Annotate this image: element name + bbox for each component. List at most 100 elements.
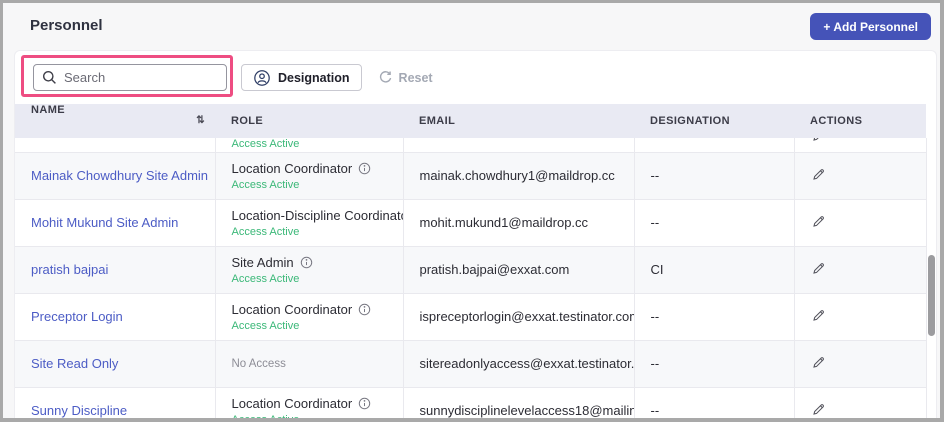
person-name-link[interactable]: Sunny Discipline bbox=[31, 403, 127, 418]
edit-button[interactable] bbox=[811, 261, 826, 279]
edit-button[interactable] bbox=[811, 402, 826, 419]
designation-label: Designation bbox=[278, 70, 350, 85]
role-text: Location Coordinator bbox=[231, 160, 353, 176]
designation-cell: -- bbox=[634, 199, 795, 247]
role-cell: Location Coordinator Access Active bbox=[215, 293, 404, 341]
reset-button[interactable]: Reset bbox=[378, 64, 433, 91]
person-name-link[interactable]: Preceptor Login bbox=[31, 309, 123, 324]
role-text: No Access bbox=[231, 357, 286, 370]
access-status: Access Active bbox=[231, 178, 300, 191]
table-row: Site Read Only No Access sitereadonlyacc… bbox=[15, 340, 927, 388]
person-designation: CI bbox=[650, 262, 664, 277]
person-designation: -- bbox=[650, 309, 660, 324]
person-designation: -- bbox=[650, 215, 660, 230]
name-cell: Preceptor Login bbox=[15, 293, 216, 341]
access-status: Access Active bbox=[231, 225, 300, 238]
role-info-icon[interactable] bbox=[358, 162, 371, 175]
designation-cell: -- bbox=[634, 387, 795, 418]
table-row: Mainak Chowdhury Site Admin Location Coo… bbox=[15, 152, 927, 200]
person-name-link[interactable]: Mainak Chowdhury Site Admin bbox=[31, 168, 208, 183]
person-designation: -- bbox=[650, 168, 660, 183]
search-input[interactable] bbox=[64, 70, 218, 85]
access-status: Access Active bbox=[232, 414, 393, 419]
person-name-link[interactable]: pratish bajpai bbox=[31, 262, 108, 277]
add-personnel-button[interactable]: + Add Personnel bbox=[810, 13, 931, 40]
column-header-actions: ACTIONS bbox=[794, 104, 926, 138]
personnel-table-body: Access Active Mainak Chowdhury Site Admi… bbox=[15, 138, 927, 419]
person-email: mainak.chowdhury1@maildrop.cc bbox=[419, 168, 615, 183]
role-text: Location-Discipline Coordinator bbox=[231, 207, 403, 223]
search-icon bbox=[42, 70, 57, 85]
search-box[interactable] bbox=[33, 64, 227, 91]
access-status: Access Active bbox=[231, 138, 300, 150]
edit-button[interactable] bbox=[811, 138, 826, 143]
table-header-row: NAME ⇅ ROLE EMAIL DESIGNATION ACTIONS bbox=[15, 104, 926, 138]
edit-button[interactable] bbox=[811, 214, 826, 232]
access-status: Access Active bbox=[231, 272, 300, 285]
actions-cell bbox=[794, 293, 927, 341]
designation-cell: -- bbox=[634, 340, 795, 388]
person-designation: -- bbox=[650, 356, 660, 371]
name-cell: pratish bajpai bbox=[15, 246, 216, 294]
person-email: pratish.bajpai@exxat.com bbox=[419, 262, 570, 277]
table-row: pratish bajpai Site Admin Access Active … bbox=[15, 246, 927, 294]
name-cell: Site Read Only bbox=[15, 340, 216, 388]
email-cell: mainak.chowdhury1@maildrop.cc bbox=[403, 152, 635, 200]
vertical-scrollbar-thumb[interactable] bbox=[928, 255, 935, 336]
designation-cell bbox=[634, 138, 795, 153]
table-row: Preceptor Login Location Coordinator Acc… bbox=[15, 293, 927, 341]
role-cell: Location-Discipline Coordinator Access A… bbox=[215, 199, 404, 247]
filter-toolbar: Designation Reset bbox=[15, 51, 936, 104]
designation-filter-button[interactable]: Designation bbox=[241, 64, 362, 91]
personnel-table: NAME ⇅ ROLE EMAIL DESIGNATION ACTIONS Ac… bbox=[15, 104, 927, 418]
email-cell: mohit.mukund1@maildrop.cc bbox=[403, 199, 635, 247]
role-cell: No Access bbox=[215, 340, 404, 388]
person-name-link[interactable]: Site Read Only bbox=[31, 356, 118, 371]
table-row: Sunny Discipline Location Coordinator Ac… bbox=[15, 387, 927, 419]
personnel-card: Designation Reset NAME bbox=[14, 50, 937, 418]
role-text: Location Coordinator bbox=[231, 301, 353, 317]
name-cell: Mainak Chowdhury Site Admin bbox=[15, 152, 216, 200]
role-text: Location Coordinator bbox=[231, 395, 353, 411]
person-designation: -- bbox=[650, 403, 660, 418]
designation-icon bbox=[253, 69, 271, 87]
page-title: Personnel bbox=[30, 17, 103, 34]
column-header-role: ROLE bbox=[215, 104, 403, 138]
role-cell: Location Coordinator Access Active bbox=[215, 387, 404, 419]
column-header-designation: DESIGNATION bbox=[634, 104, 794, 138]
column-header-email: EMAIL bbox=[403, 104, 634, 138]
person-email: sitereadonlyaccess@exxat.testinator.com bbox=[419, 356, 634, 371]
designation-cell: -- bbox=[634, 152, 795, 200]
designation-cell: CI bbox=[634, 246, 795, 294]
edit-button[interactable] bbox=[811, 167, 826, 185]
role-info-icon[interactable] bbox=[358, 303, 371, 316]
personnel-screen: Personnel + Add Personnel Search Designa… bbox=[0, 0, 944, 422]
person-email: sunnydisciplinelevelaccess18@mailinat... bbox=[419, 403, 634, 418]
email-cell: pratish.bajpai@exxat.com bbox=[403, 246, 635, 294]
sort-arrows-icon[interactable]: ⇅ bbox=[196, 104, 205, 138]
person-email: ispreceptorlogin@exxat.testinator.com bbox=[419, 309, 634, 324]
designation-cell: -- bbox=[634, 293, 795, 341]
actions-cell bbox=[794, 152, 927, 200]
email-cell: ispreceptorlogin@exxat.testinator.com bbox=[403, 293, 635, 341]
reset-label: Reset bbox=[398, 70, 433, 85]
actions-cell bbox=[794, 340, 927, 388]
role-cell: Location Coordinator Access Active bbox=[215, 152, 404, 200]
table-row: Mohit Mukund Site Admin Location-Discipl… bbox=[15, 199, 927, 247]
edit-button[interactable] bbox=[811, 308, 826, 326]
person-name-link[interactable]: Mohit Mukund Site Admin bbox=[31, 215, 178, 230]
role-cell: Access Active bbox=[215, 138, 404, 153]
column-header-name[interactable]: NAME ⇅ bbox=[15, 104, 215, 138]
name-cell: Mohit Mukund Site Admin bbox=[15, 199, 216, 247]
reset-icon bbox=[378, 70, 393, 85]
actions-cell bbox=[794, 138, 927, 153]
person-email: mohit.mukund1@maildrop.cc bbox=[419, 215, 589, 230]
email-cell: sunnydisciplinelevelaccess18@mailinat... bbox=[403, 387, 635, 418]
access-status: Access Active bbox=[231, 319, 300, 332]
name-cell bbox=[15, 138, 216, 153]
email-cell bbox=[403, 138, 635, 153]
role-info-icon[interactable] bbox=[358, 397, 371, 410]
edit-button[interactable] bbox=[811, 355, 826, 373]
role-text: Site Admin bbox=[231, 254, 294, 270]
role-info-icon[interactable] bbox=[300, 256, 313, 269]
